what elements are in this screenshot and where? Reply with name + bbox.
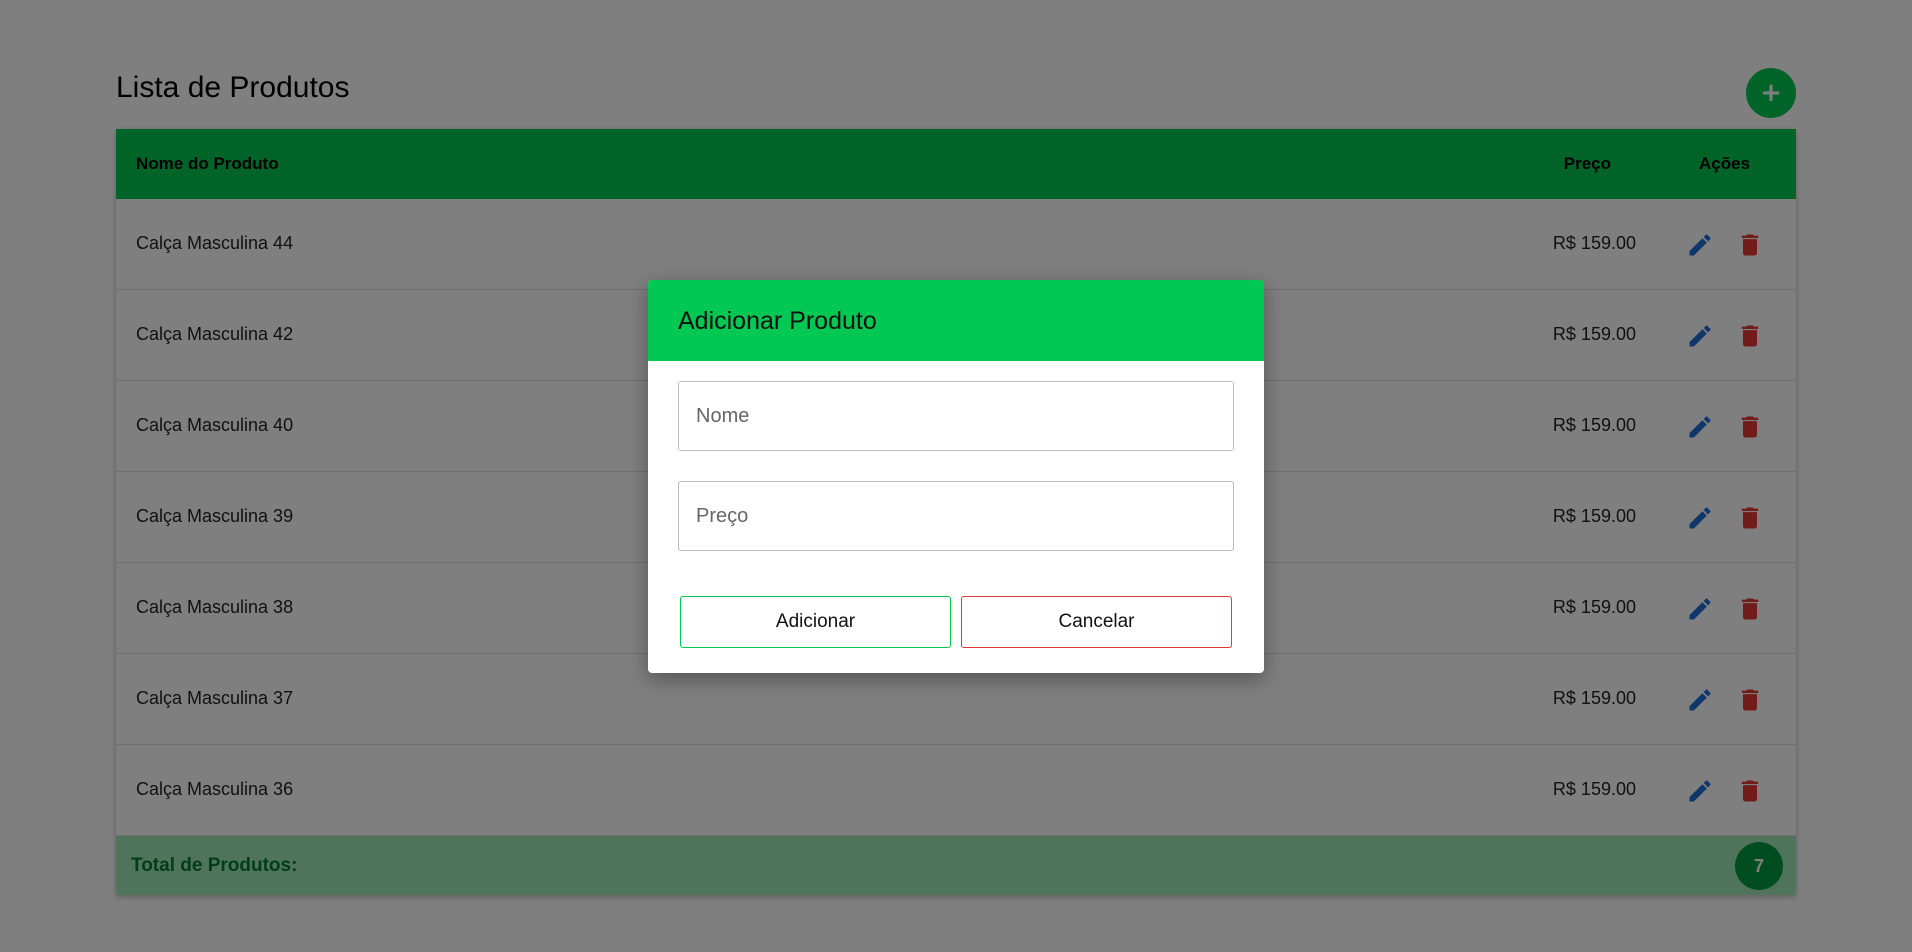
price-input[interactable]	[678, 481, 1234, 551]
add-button[interactable]: Adicionar	[680, 596, 951, 648]
cancel-button[interactable]: Cancelar	[961, 596, 1232, 648]
modal-header: Adicionar Produto	[648, 280, 1264, 361]
add-product-modal: Adicionar Produto Adicionar Cancelar	[648, 280, 1264, 673]
name-input[interactable]	[678, 381, 1234, 451]
product-list-page: Lista de Produtos + Nome do Produto Preç…	[0, 0, 1912, 952]
modal-title: Adicionar Produto	[678, 307, 877, 335]
